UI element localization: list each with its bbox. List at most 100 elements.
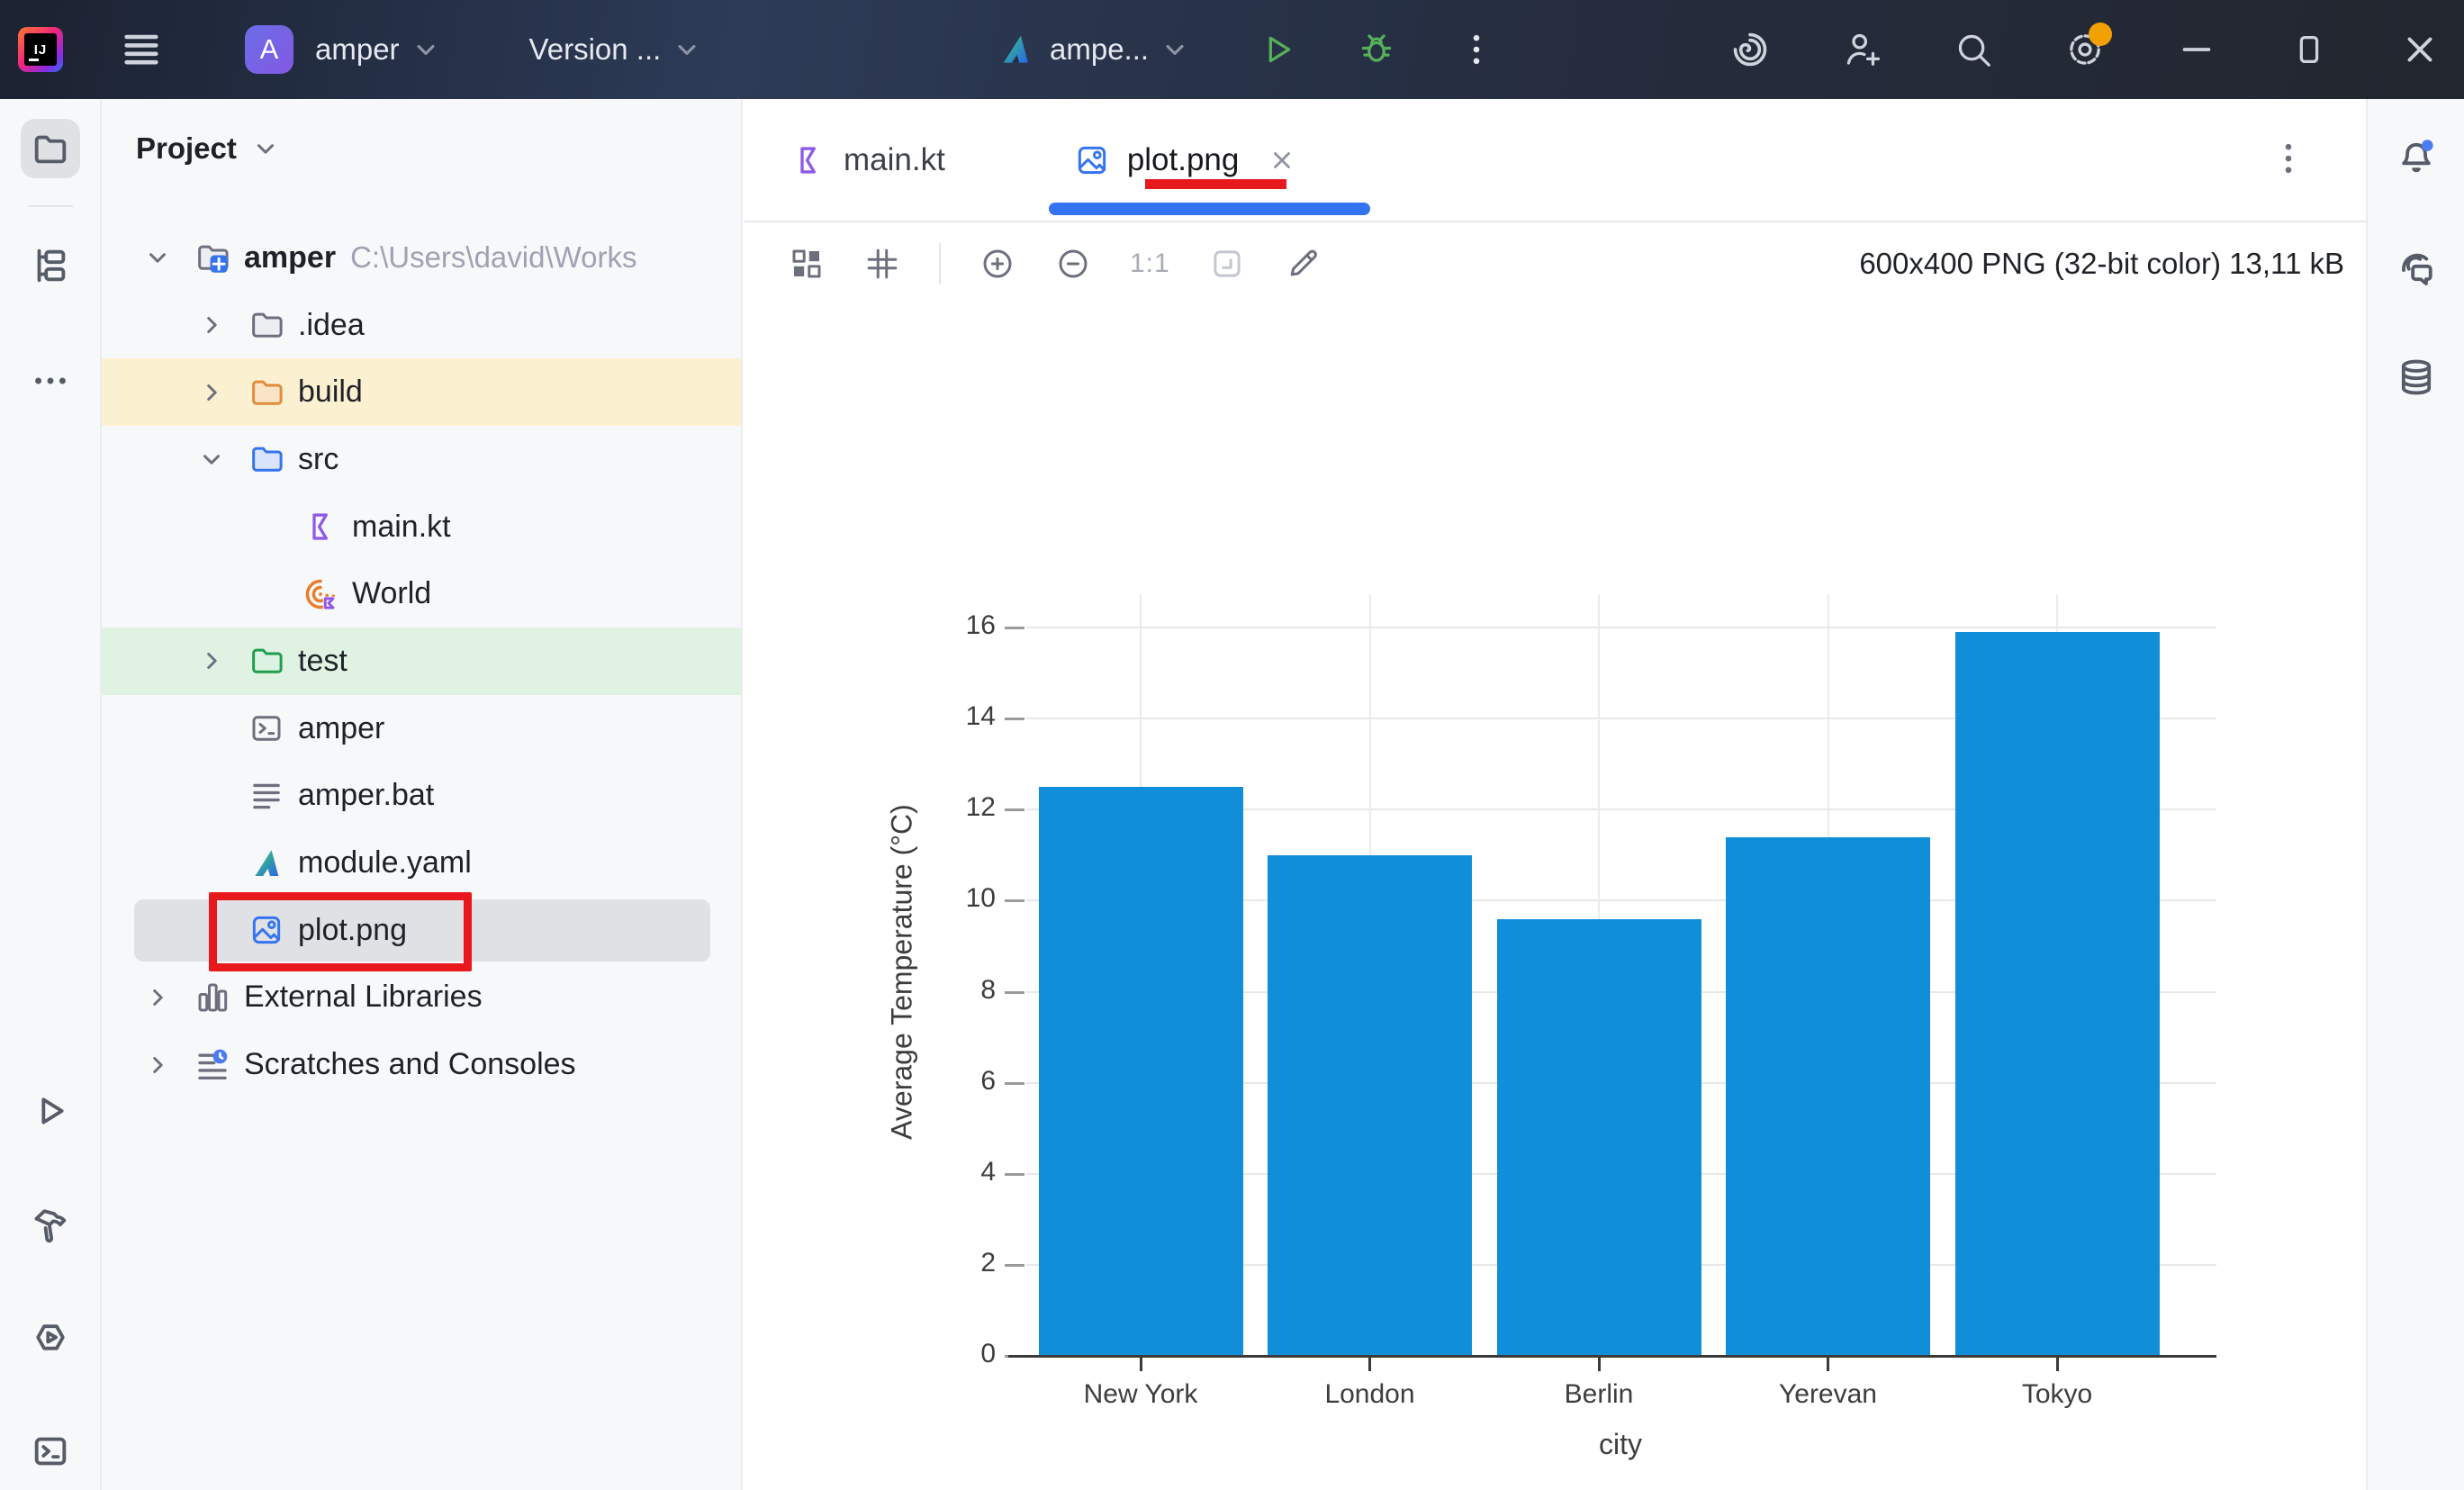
more-actions-icon[interactable] bbox=[1457, 30, 1496, 69]
intellij-logo-text: IJ bbox=[24, 33, 57, 66]
tree-item-external-libraries[interactable]: External Libraries bbox=[102, 964, 743, 1032]
ai-assistant-icon[interactable] bbox=[2396, 247, 2437, 288]
toolbar-separator bbox=[939, 243, 941, 284]
chevron-right-icon[interactable] bbox=[188, 369, 235, 416]
folder-src-icon bbox=[248, 440, 285, 478]
kotlin-world-icon bbox=[302, 575, 339, 613]
tree-item-label: module.yaml bbox=[298, 845, 472, 880]
tree-item-main.kt[interactable]: main.kt bbox=[102, 493, 743, 561]
tree-item-label: World bbox=[352, 576, 431, 611]
tab-label: plot.png bbox=[1127, 142, 1240, 178]
folder-test-icon bbox=[248, 642, 285, 680]
tree-item-path: C:\Users\david\Works bbox=[350, 240, 636, 275]
run-button[interactable] bbox=[1257, 29, 1298, 70]
chevron-right-icon[interactable] bbox=[188, 302, 235, 348]
tab-label: main.kt bbox=[844, 142, 945, 178]
more-tool-windows-button[interactable] bbox=[30, 360, 71, 402]
zoom-in-icon[interactable] bbox=[979, 245, 1016, 283]
annotation-red-underline-tab bbox=[1145, 179, 1286, 189]
chevron-down-icon[interactable] bbox=[188, 436, 235, 483]
structure-tool-window-button[interactable] bbox=[30, 245, 71, 286]
minimize-icon[interactable] bbox=[2176, 29, 2217, 70]
zoom-ratio-label[interactable]: 1:1 bbox=[1130, 248, 1170, 279]
chevron-right-icon[interactable] bbox=[188, 637, 235, 684]
search-icon[interactable] bbox=[1953, 29, 1994, 70]
chevron-spacer bbox=[188, 705, 235, 752]
amper-yaml-icon bbox=[248, 844, 285, 882]
project-panel-header[interactable]: Project bbox=[102, 99, 741, 198]
chevron-spacer bbox=[242, 571, 289, 618]
main-menu-icon[interactable] bbox=[121, 29, 162, 70]
tree-item-amper.bat[interactable]: amper.bat bbox=[102, 763, 743, 830]
project-panel-title: Project bbox=[136, 131, 237, 166]
chevron-spacer bbox=[242, 503, 289, 550]
maximize-icon[interactable] bbox=[2288, 29, 2329, 70]
tab-main.kt[interactable]: main.kt bbox=[790, 99, 945, 221]
editor-tab-bar: main.kt plot.png bbox=[745, 99, 2366, 222]
database-icon[interactable] bbox=[2396, 357, 2437, 398]
editor-area: main.kt plot.png 1:1 600x400 PNG (32-bit … bbox=[745, 99, 2366, 1490]
tree-item-label: amper bbox=[298, 711, 384, 746]
tree-item-label: amper.bat bbox=[298, 778, 434, 813]
left-tool-strip bbox=[0, 99, 102, 1490]
tree-item-label: Scratches and Consoles bbox=[244, 1047, 576, 1082]
tree-item-label: amper bbox=[244, 240, 336, 275]
terminal-tool-icon[interactable] bbox=[30, 1431, 71, 1472]
close-icon[interactable] bbox=[2399, 29, 2441, 70]
tree-item-test[interactable]: test bbox=[102, 628, 743, 695]
services-tool-icon[interactable] bbox=[30, 1317, 71, 1359]
libraries-icon bbox=[194, 979, 231, 1016]
kotlin-icon bbox=[302, 508, 339, 546]
tree-item-.idea[interactable]: .idea bbox=[102, 292, 743, 359]
folder-build-icon bbox=[248, 374, 285, 411]
image-icon bbox=[1073, 141, 1111, 179]
tree-item-label: External Libraries bbox=[244, 980, 483, 1015]
tab-options-icon[interactable] bbox=[2269, 139, 2308, 178]
chevron-down-icon[interactable] bbox=[670, 32, 704, 67]
tree-item-src[interactable]: src bbox=[102, 426, 743, 493]
tree-item-amper[interactable]: amper C:\Users\david\Works bbox=[102, 224, 743, 292]
settings-icon[interactable] bbox=[2064, 29, 2106, 70]
zoom-out-icon[interactable] bbox=[1054, 245, 1092, 283]
chevron-down-icon[interactable] bbox=[1158, 32, 1192, 67]
project-panel: Project amper C:\Users\david\Works .idea bu… bbox=[102, 99, 743, 1490]
text-file-icon bbox=[248, 777, 285, 815]
notifications-bell-icon[interactable] bbox=[2396, 137, 2437, 178]
vcs-widget-button[interactable]: Version ... bbox=[529, 32, 662, 67]
edit-external-icon[interactable] bbox=[1284, 245, 1322, 283]
debug-button[interactable] bbox=[1356, 29, 1397, 70]
tree-item-label: src bbox=[298, 442, 338, 477]
build-tool-icon[interactable] bbox=[30, 1204, 71, 1245]
folder-icon bbox=[248, 306, 285, 344]
project-folder-tool-icon bbox=[30, 128, 71, 169]
tree-item-scratches-and-consoles[interactable]: Scratches and Consoles bbox=[102, 1031, 743, 1098]
code-with-me-icon[interactable] bbox=[1841, 29, 1882, 70]
chevron-right-icon[interactable] bbox=[134, 1042, 181, 1088]
tree-item-label: .idea bbox=[298, 308, 365, 343]
pixel-grid-icon[interactable] bbox=[863, 245, 901, 283]
ai-spiral-icon[interactable] bbox=[1729, 29, 1771, 70]
tree-item-module.yaml[interactable]: module.yaml bbox=[102, 829, 743, 897]
fit-window-icon[interactable] bbox=[1208, 245, 1246, 283]
right-tool-strip bbox=[2366, 99, 2464, 1490]
image-info-text: 600x400 PNG (32-bit color) 13,11 kB bbox=[1859, 225, 2344, 303]
project-avatar[interactable]: A bbox=[245, 25, 293, 74]
chevron-right-icon[interactable] bbox=[134, 974, 181, 1021]
tree-item-amper[interactable]: amper bbox=[102, 695, 743, 763]
chevron-down-icon[interactable] bbox=[249, 132, 282, 165]
run-config-button[interactable]: ampe... bbox=[1050, 32, 1149, 67]
annotation-red-box-tree bbox=[209, 892, 472, 971]
chevron-down-icon[interactable] bbox=[134, 234, 181, 281]
project-tool-window-button[interactable] bbox=[21, 119, 80, 178]
intellij-logo: IJ bbox=[18, 27, 63, 72]
project-name-button[interactable]: amper bbox=[315, 32, 400, 67]
tree-item-label: test bbox=[298, 644, 347, 679]
chevron-down-icon[interactable] bbox=[409, 32, 443, 67]
transparency-checkerboard-icon[interactable] bbox=[788, 245, 826, 283]
tab-close-icon[interactable] bbox=[1266, 144, 1298, 176]
tree-item-world[interactable]: World bbox=[102, 560, 743, 628]
run-tool-icon[interactable] bbox=[30, 1090, 71, 1132]
active-tab-indicator bbox=[1049, 203, 1370, 215]
tree-item-build[interactable]: build bbox=[102, 358, 743, 426]
chevron-spacer bbox=[188, 772, 235, 819]
